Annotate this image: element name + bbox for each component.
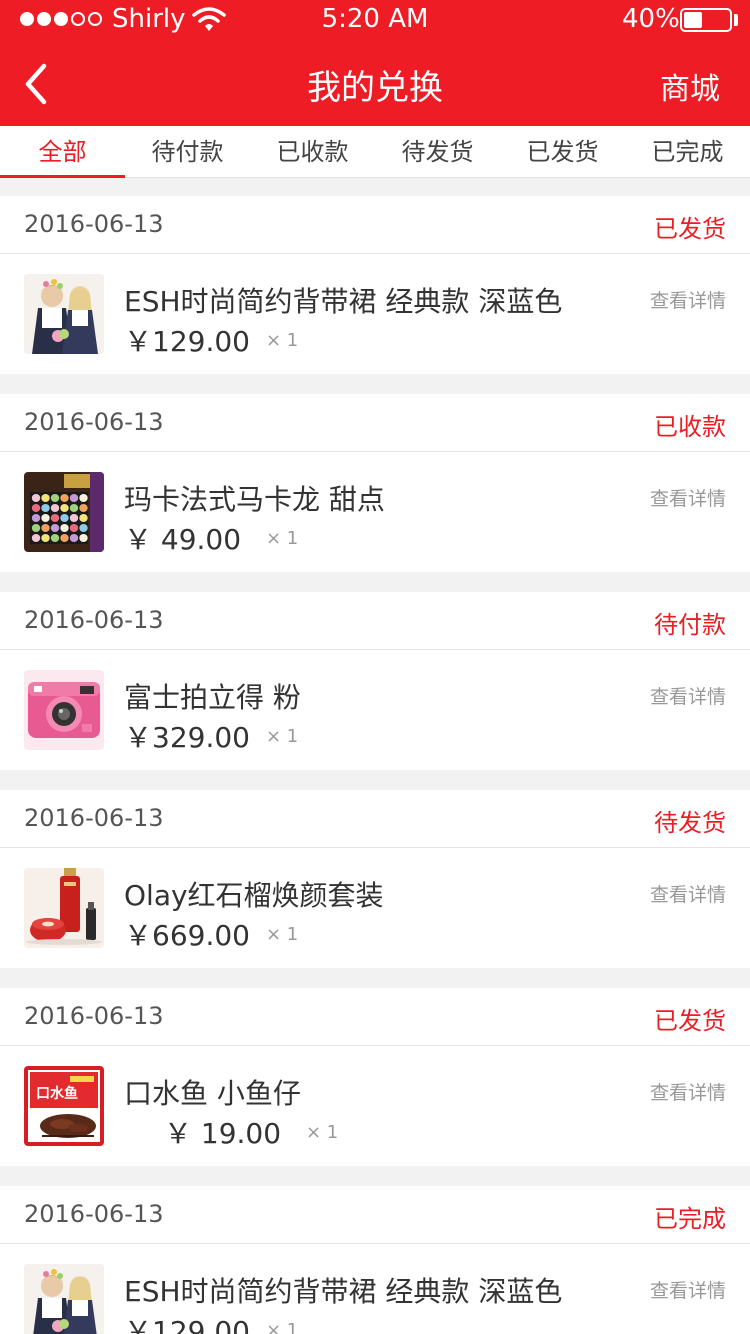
product-thumbnail[interactable] xyxy=(24,670,104,750)
order-card: 2016-06-13 已发货口水鱼 口水鱼 小鱼仔 ￥ 19.00 × 1 查看详情 xyxy=(0,988,750,1166)
order-header: 2016-06-13 待发货 xyxy=(0,790,750,848)
order-date: 2016-06-13 xyxy=(24,1002,164,1030)
order-list: 2016-06-13 已发货 ESH时尚简约背带裙 经典款 深蓝色 ￥129.00 × … xyxy=(0,196,750,1334)
order-card: 2016-06-13 已收款玛卡法式马卡龙 甜点 ￥ 49.00 × 1 查看详情 xyxy=(0,394,750,572)
order-status: 待付款 xyxy=(654,611,726,639)
order-date: 2016-06-13 xyxy=(24,804,164,832)
product-price: ￥129.00 xyxy=(124,1315,250,1334)
order-item[interactable]: 口水鱼 口水鱼 小鱼仔 ￥ 19.00 × 1 查看详情 xyxy=(0,1046,750,1166)
battery-percent: 40% xyxy=(622,4,680,34)
svg-text:口水鱼: 口水鱼 xyxy=(36,1085,78,1102)
view-details-link[interactable]: 查看详情 xyxy=(650,1078,726,1105)
order-header: 2016-06-13 待付款 xyxy=(0,592,750,650)
product-name: 口水鱼 小鱼仔 xyxy=(124,1077,301,1110)
order-date: 2016-06-13 xyxy=(24,408,164,436)
order-header: 2016-06-13 已发货 xyxy=(0,196,750,254)
order-date: 2016-06-13 xyxy=(24,1200,164,1228)
order-card: 2016-06-13 待付款富士拍立得 粉 ￥329.00 × 1 查看详情 xyxy=(0,592,750,770)
product-price: ￥669.00 xyxy=(124,919,250,952)
order-card: 2016-06-13 已发货 ESH时尚简约背带裙 经典款 深蓝色 ￥129.00 × … xyxy=(0,196,750,374)
product-quantity: × 1 xyxy=(266,1320,299,1334)
view-details-link[interactable]: 查看详情 xyxy=(650,484,726,511)
product-price: ￥ 19.00 xyxy=(164,1117,282,1150)
product-name: ESH时尚简约背带裙 经典款 深蓝色 xyxy=(124,285,563,318)
product-thumbnail[interactable] xyxy=(24,472,104,552)
product-thumbnail[interactable] xyxy=(24,1264,104,1334)
product-name: ESH时尚简约背带裙 经典款 深蓝色 xyxy=(124,1275,563,1308)
tab-2[interactable]: 已收款 xyxy=(250,126,375,177)
order-status: 已收款 xyxy=(654,413,726,441)
order-item[interactable]: Olay红石榴焕颜套装 ￥669.00 × 1 查看详情 xyxy=(0,848,750,968)
order-header: 2016-06-13 已完成 xyxy=(0,1186,750,1244)
product-thumbnail[interactable]: 口水鱼 xyxy=(24,1066,104,1146)
order-item[interactable]: 玛卡法式马卡龙 甜点 ￥ 49.00 × 1 查看详情 xyxy=(0,452,750,572)
order-item[interactable]: ESH时尚简约背带裙 经典款 深蓝色 ￥129.00 × 1 查看详情 xyxy=(0,1244,750,1334)
order-status-tabs: 全部 待付款 已收款 待发货 已发货 已完成 xyxy=(0,126,750,178)
tab-0[interactable]: 全部 xyxy=(0,126,125,178)
product-price: ￥329.00 xyxy=(124,721,250,754)
order-status: 待发货 xyxy=(654,809,726,837)
product-quantity: × 1 xyxy=(266,528,299,549)
back-button[interactable] xyxy=(18,56,58,112)
battery-cap xyxy=(734,14,738,26)
product-name: 玛卡法式马卡龙 甜点 xyxy=(124,483,385,516)
product-thumbnail[interactable] xyxy=(24,868,104,948)
page-title: 我的兑换 xyxy=(307,68,443,108)
tab-4[interactable]: 已发货 xyxy=(500,126,625,177)
battery-icon xyxy=(680,8,732,32)
view-details-link[interactable]: 查看详情 xyxy=(650,286,726,313)
mall-button[interactable]: 商城 xyxy=(660,64,720,108)
order-card: 2016-06-13 已完成 ESH时尚简约背带裙 经典款 深蓝色 ￥129.00 × … xyxy=(0,1186,750,1334)
order-date: 2016-06-13 xyxy=(24,606,164,634)
order-status: 已发货 xyxy=(654,215,726,243)
product-name: 富士拍立得 粉 xyxy=(124,681,301,714)
view-details-link[interactable]: 查看详情 xyxy=(650,1276,726,1303)
order-card: 2016-06-13 待发货 Olay红石榴焕颜套装 ￥669.00 × 1 查看详情 xyxy=(0,790,750,968)
order-header: 2016-06-13 已收款 xyxy=(0,394,750,452)
order-date: 2016-06-13 xyxy=(24,210,164,238)
product-price: ￥129.00 xyxy=(124,325,250,358)
order-status: 已完成 xyxy=(654,1205,726,1233)
tab-5[interactable]: 已完成 xyxy=(625,126,750,177)
product-price: ￥ 49.00 xyxy=(124,523,242,556)
product-quantity: × 1 xyxy=(266,726,299,747)
product-quantity: × 1 xyxy=(266,924,299,945)
view-details-link[interactable]: 查看详情 xyxy=(650,880,726,907)
order-status: 已发货 xyxy=(654,1007,726,1035)
tab-3[interactable]: 待发货 xyxy=(375,126,500,177)
app-header: Shirly 5:20 AM 40% 我的兑换 商城 xyxy=(0,0,750,126)
product-quantity: × 1 xyxy=(266,330,299,351)
tab-1[interactable]: 待付款 xyxy=(125,126,250,177)
order-item[interactable]: ESH时尚简约背带裙 经典款 深蓝色 ￥129.00 × 1 查看详情 xyxy=(0,254,750,374)
order-header: 2016-06-13 已发货 xyxy=(0,988,750,1046)
order-item[interactable]: 富士拍立得 粉 ￥329.00 × 1 查看详情 xyxy=(0,650,750,770)
view-details-link[interactable]: 查看详情 xyxy=(650,682,726,709)
status-bar: Shirly 5:20 AM 40% xyxy=(0,0,750,40)
product-quantity: × 1 xyxy=(306,1122,339,1143)
product-name: Olay红石榴焕颜套装 xyxy=(124,879,384,912)
product-thumbnail[interactable] xyxy=(24,274,104,354)
chevron-left-icon xyxy=(25,63,47,105)
